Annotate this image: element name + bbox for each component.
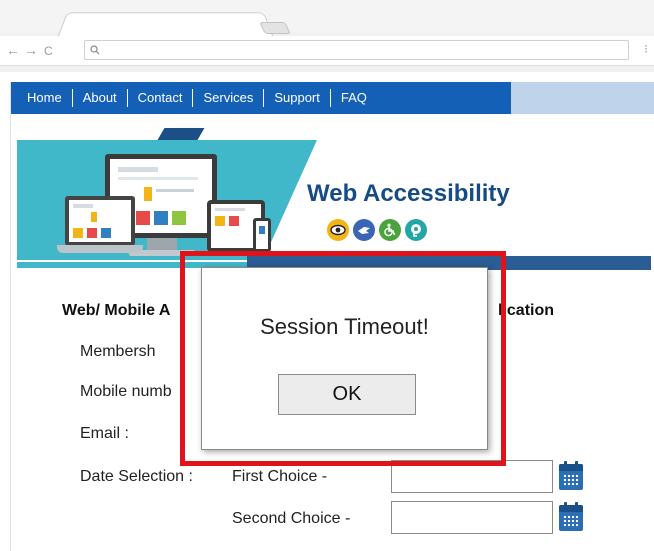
nav-item-support[interactable]: Support: [264, 89, 331, 107]
form-heading: Web/ Mobile A: [62, 302, 171, 319]
new-tab-button[interactable]: [259, 22, 291, 34]
tab-strip: [0, 0, 654, 36]
form-heading-tail: lication: [498, 302, 555, 319]
laptop-illustration: [65, 196, 135, 246]
first-choice-label: First Choice -: [232, 468, 328, 485]
reload-icon[interactable]: C: [44, 43, 53, 59]
browser-toolbar: ← → C ⁝: [0, 36, 654, 66]
browser-menu-icon[interactable]: ⁝: [644, 42, 648, 56]
nav-item-home[interactable]: Home: [11, 89, 73, 107]
browser-chrome: ← → C ⁝: [0, 0, 654, 72]
second-choice-label: Second Choice -: [232, 510, 351, 527]
phone-illustration: [253, 218, 271, 252]
address-bar[interactable]: [84, 40, 629, 60]
wheelchair-icon: [379, 219, 401, 241]
nav-item-contact[interactable]: Contact: [128, 89, 194, 107]
second-choice-date-input[interactable]: [391, 501, 553, 534]
search-icon: [90, 45, 100, 55]
date-selection-label: Date Selection :: [80, 468, 193, 485]
sign-language-icon: [353, 219, 375, 241]
brain-icon: [405, 219, 427, 241]
session-timeout-dialog: Session Timeout! OK: [201, 267, 488, 450]
forward-icon[interactable]: →: [24, 42, 38, 58]
calendar-icon[interactable]: [559, 461, 583, 490]
laptop-base: [57, 245, 143, 253]
ok-button[interactable]: OK: [278, 374, 416, 415]
browser-tab[interactable]: [58, 12, 273, 36]
banner: Web Accessibility: [17, 126, 651, 276]
nav-item-about[interactable]: About: [73, 89, 128, 107]
dialog-message: Session Timeout!: [260, 314, 429, 339]
accessibility-badges: [327, 219, 427, 241]
nav-item-faq[interactable]: FAQ: [331, 89, 377, 107]
mobile-number-label: Mobile numb: [80, 383, 172, 400]
nav-menu: Home About Contact Services Support FAQ: [11, 82, 511, 114]
calendar-icon[interactable]: [559, 502, 583, 531]
nav-item-services[interactable]: Services: [193, 89, 265, 107]
email-label: Email :: [80, 425, 129, 442]
back-icon[interactable]: ←: [6, 42, 20, 58]
membership-label: Membersh: [80, 343, 156, 360]
first-choice-date-input[interactable]: [391, 460, 553, 493]
top-navbar: Home About Contact Services Support FAQ: [11, 82, 654, 114]
eye-icon: [327, 219, 349, 241]
banner-title: Web Accessibility: [307, 180, 510, 207]
banner-accent: [157, 128, 205, 140]
